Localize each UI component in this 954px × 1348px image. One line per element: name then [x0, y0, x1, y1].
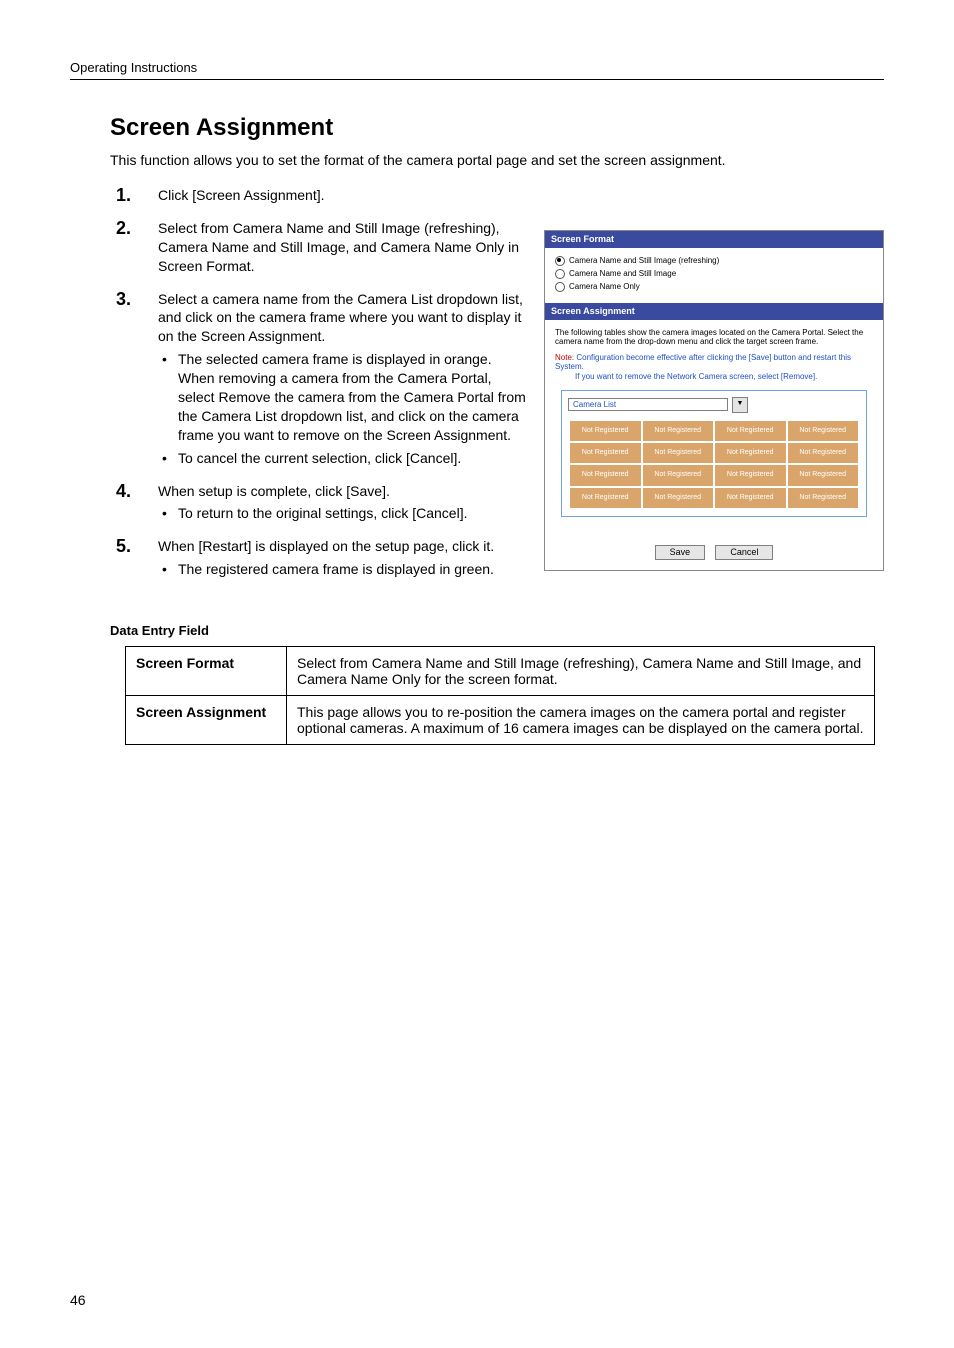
camera-cell[interactable]: Not Registered — [714, 420, 787, 442]
step-text: Click [Screen Assignment]. — [158, 187, 325, 203]
step-item: Click [Screen Assignment]. — [110, 186, 526, 205]
intro-paragraph: This function allows you to set the form… — [110, 152, 884, 168]
radio-option[interactable]: Camera Name Only — [555, 282, 873, 292]
camera-cell[interactable]: Not Registered — [787, 420, 860, 442]
substep-item: The registered camera frame is displayed… — [158, 560, 526, 579]
radio-option[interactable]: Camera Name and Still Image (refreshing) — [555, 256, 873, 266]
camera-cell[interactable]: Not Registered — [569, 487, 642, 509]
camera-cell[interactable]: Not Registered — [714, 442, 787, 464]
camera-list-panel: Camera List ▼ Not Registered Not Registe… — [561, 390, 867, 518]
camera-cell[interactable]: Not Registered — [642, 487, 715, 509]
radio-icon — [555, 256, 565, 266]
camera-cell[interactable]: Not Registered — [787, 464, 860, 486]
field-name: Screen Format — [126, 647, 287, 696]
screen-assignment-bar: Screen Assignment — [545, 303, 883, 320]
screen-format-bar: Screen Format — [545, 231, 883, 248]
table-row: Screen Format Select from Camera Name an… — [126, 647, 875, 696]
step-text: Select a camera name from the Camera Lis… — [158, 291, 523, 345]
step-item: Select a camera name from the Camera Lis… — [110, 290, 526, 468]
camera-cell[interactable]: Not Registered — [714, 464, 787, 486]
screenshot-note: Note: Configuration become effective aft… — [555, 353, 873, 382]
steps-list: Click [Screen Assignment]. Select from C… — [110, 186, 526, 579]
page-number: 46 — [70, 1292, 86, 1308]
field-desc: This page allows you to re-position the … — [287, 696, 875, 745]
radio-icon — [555, 282, 565, 292]
radio-option[interactable]: Camera Name and Still Image — [555, 269, 873, 279]
page-title: Screen Assignment — [110, 114, 884, 142]
radio-icon — [555, 269, 565, 279]
step-item: Select from Camera Name and Still Image … — [110, 219, 526, 276]
step-item: When [Restart] is displayed on the setup… — [110, 537, 526, 579]
step-text: When [Restart] is displayed on the setup… — [158, 538, 494, 554]
step-item: When setup is complete, click [Save]. To… — [110, 482, 526, 524]
camera-cell[interactable]: Not Registered — [642, 442, 715, 464]
substep-item: To return to the original settings, clic… — [158, 504, 526, 523]
save-button[interactable]: Save — [655, 545, 706, 560]
step-text: When setup is complete, click [Save]. — [158, 483, 390, 499]
camera-cell[interactable]: Not Registered — [569, 464, 642, 486]
field-desc: Select from Camera Name and Still Image … — [287, 647, 875, 696]
camera-cell[interactable]: Not Registered — [787, 487, 860, 509]
camera-cell[interactable]: Not Registered — [787, 442, 860, 464]
camera-list-dropdown[interactable]: Camera List — [568, 398, 728, 412]
camera-cell[interactable]: Not Registered — [569, 420, 642, 442]
data-entry-heading: Data Entry Field — [110, 623, 884, 638]
table-row: Screen Assignment This page allows you t… — [126, 696, 875, 745]
cancel-button[interactable]: Cancel — [715, 545, 773, 560]
screenshot-panel: Screen Format Camera Name and Still Imag… — [544, 230, 884, 571]
substep-item: The selected camera frame is displayed i… — [158, 350, 526, 444]
substep-item: To cancel the current selection, click [… — [158, 449, 526, 468]
camera-cell[interactable]: Not Registered — [642, 420, 715, 442]
camera-grid: Not Registered Not Registered Not Regist… — [568, 419, 860, 511]
camera-cell[interactable]: Not Registered — [569, 442, 642, 464]
screenshot-desc: The following tables show the camera ima… — [555, 328, 873, 347]
fields-table: Screen Format Select from Camera Name an… — [125, 646, 875, 745]
camera-cell[interactable]: Not Registered — [714, 487, 787, 509]
chevron-down-icon[interactable]: ▼ — [732, 397, 748, 413]
camera-cell[interactable]: Not Registered — [642, 464, 715, 486]
step-text: Select from Camera Name and Still Image … — [158, 220, 519, 274]
field-name: Screen Assignment — [126, 696, 287, 745]
running-head: Operating Instructions — [70, 60, 884, 80]
